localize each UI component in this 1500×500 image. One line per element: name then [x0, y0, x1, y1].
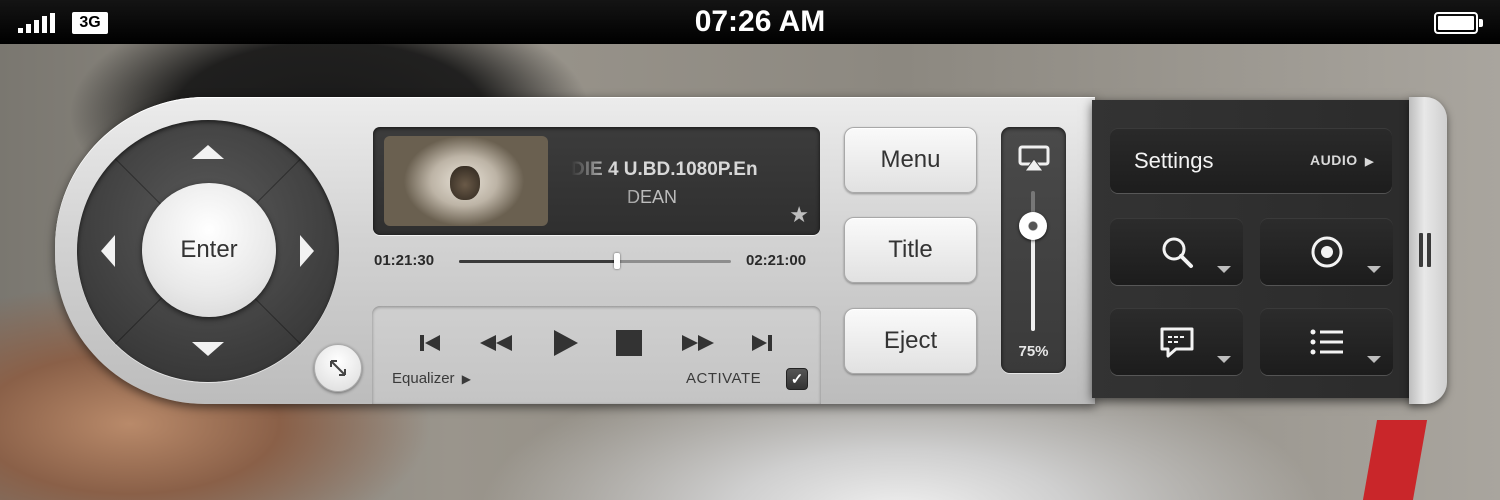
airplay-icon[interactable] [1018, 145, 1050, 173]
network-type-badge: 3G [72, 12, 108, 34]
play-button[interactable] [548, 328, 582, 358]
activate-checkbox[interactable]: ✓ [786, 368, 808, 390]
settings-audio-mode: AUDIO ▶ [1310, 152, 1374, 168]
activate-label: ACTIVATE [686, 370, 762, 387]
equalizer-toggle[interactable]: Equalizer ▶ [392, 370, 471, 387]
dropdown-caret-icon [1217, 356, 1231, 363]
now-playing-subtitle: DEAN [627, 187, 678, 207]
subtitles-icon [1160, 327, 1193, 357]
dropdown-caret-icon [1367, 356, 1381, 363]
transport-controls: Equalizer ▶ ACTIVATE ✓ [372, 306, 821, 404]
search-button[interactable] [1110, 218, 1243, 285]
fast-forward-icon [682, 335, 714, 351]
settings-mode-label: AUDIO [1310, 152, 1358, 168]
subtitles-button[interactable] [1110, 308, 1243, 375]
enter-button[interactable]: Enter [142, 183, 276, 317]
settings-button[interactable]: Settings AUDIO ▶ [1110, 128, 1392, 193]
caret-right-icon: ▶ [461, 372, 471, 386]
dpad-up-button[interactable] [192, 145, 224, 159]
volume-knob[interactable] [1019, 212, 1047, 240]
video-thumbnail [384, 136, 548, 226]
progress-slider[interactable] [459, 253, 731, 269]
star-icon[interactable]: ★ [789, 202, 809, 228]
stop-button[interactable] [614, 328, 644, 358]
record-button[interactable] [1260, 218, 1393, 285]
skip-next-button[interactable] [748, 328, 776, 358]
list-icon [1310, 329, 1343, 354]
dpad-right-button[interactable] [300, 235, 314, 267]
dropdown-caret-icon [1217, 266, 1231, 273]
eject-button[interactable]: Eject [844, 308, 977, 374]
dropdown-caret-icon [1367, 266, 1381, 273]
stop-icon [616, 330, 642, 356]
panel-drag-handle[interactable] [1409, 97, 1447, 404]
now-playing-title: DIE 4 U.BD.1080P.En [571, 159, 758, 180]
dpad-left-button[interactable] [101, 235, 115, 267]
signal-strength-icon [18, 13, 55, 33]
status-clock: 07:26 AM [694, 5, 826, 38]
dpad-down-button[interactable] [192, 342, 224, 356]
menu-button[interactable]: Menu [844, 127, 977, 193]
volume-fill [1031, 226, 1035, 331]
settings-title: Settings [1134, 148, 1214, 173]
caret-right-icon: ▶ [1365, 156, 1374, 168]
volume-label: 75% [1018, 343, 1049, 360]
expand-arrows-icon [330, 360, 346, 376]
playlist-button[interactable] [1260, 308, 1393, 375]
fast-forward-button[interactable] [678, 328, 718, 358]
battery-icon [1434, 12, 1483, 34]
progress-thumb[interactable] [613, 253, 620, 269]
rewind-button[interactable] [476, 328, 516, 358]
equalizer-label: Equalizer [392, 370, 455, 387]
now-playing-card: DIE 4 U.BD.1080P.En DEAN ★ [373, 127, 820, 235]
search-icon [1162, 237, 1193, 268]
check-icon: ✓ [790, 371, 804, 388]
progress-fill [459, 260, 617, 263]
skip-next-icon [752, 335, 772, 351]
fullscreen-button[interactable] [314, 344, 362, 392]
skip-previous-icon [420, 335, 440, 351]
volume-panel: 75% [1001, 127, 1066, 373]
record-icon [1311, 236, 1342, 267]
status-bar: 3G 07:26 AM [0, 0, 1500, 44]
skip-previous-button[interactable] [416, 328, 444, 358]
time-elapsed: 01:21:30 [374, 252, 435, 269]
title-button[interactable]: Title [844, 217, 977, 283]
play-icon [554, 330, 578, 356]
rewind-icon [480, 335, 512, 351]
time-total: 02:21:00 [746, 252, 807, 269]
